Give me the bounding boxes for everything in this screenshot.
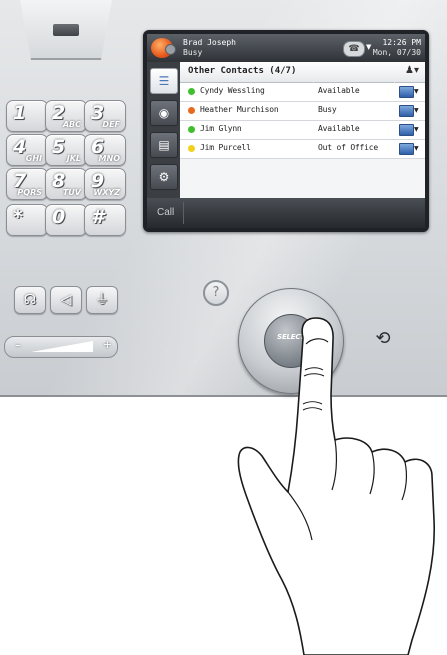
keypad-key[interactable]: #	[84, 204, 126, 236]
mute-icon: ⏚	[95, 292, 109, 308]
volume-rocker[interactable]: – +	[4, 336, 118, 358]
contact-card-icon[interactable]	[399, 124, 414, 136]
status-bar: Brad Joseph Busy ☎ ▼ 12:26 PM Mon, 07/30	[147, 34, 425, 62]
key-letters: PQRS	[17, 188, 42, 197]
key-letters: DEF	[102, 120, 120, 129]
key-letters: WXYZ	[93, 188, 120, 197]
hook-switch[interactable]	[53, 24, 79, 36]
key-letters: MNO	[98, 154, 120, 163]
contact-name: Heather Murchison	[200, 105, 279, 114]
keypad-key[interactable]: 3 DEF	[84, 100, 126, 132]
contact-availability: Busy	[318, 105, 337, 114]
key-digit: 5	[52, 136, 66, 158]
contact-card-icon[interactable]	[399, 86, 414, 98]
headset-icon: ☊	[23, 292, 37, 308]
contact-row[interactable]: Jim Glynn Available ▼	[180, 121, 425, 140]
select-button[interactable]: SELECT	[264, 314, 318, 368]
back-icon[interactable]: ⟲	[370, 326, 396, 352]
keypad-key[interactable]: 2 ABC	[45, 100, 87, 132]
contact-row[interactable]: Heather Murchison Busy ▼	[180, 102, 425, 121]
chevron-down-icon: ▼	[414, 107, 419, 114]
chevron-down-icon: ▼	[414, 88, 419, 95]
people-menu-icon[interactable]: ♟▾	[405, 65, 419, 76]
softkey-divider	[183, 202, 184, 224]
help-button[interactable]: ?	[203, 280, 229, 306]
key-letters: JKL	[66, 154, 81, 163]
gear-icon: ⚙	[158, 170, 170, 184]
nav-voicemail[interactable]: ◉	[150, 100, 178, 126]
contact-list: Other Contacts (4/7) ♟▾ Cyndy Wessling Av…	[180, 62, 425, 198]
clock-time: 12:26 PM	[382, 38, 421, 47]
keypad-key[interactable]: 0	[45, 204, 87, 236]
call-softkey[interactable]: Call	[157, 207, 174, 218]
contact-name: Jim Purcell	[200, 143, 251, 152]
clock-date: Mon, 07/30	[372, 48, 421, 57]
speaker-button[interactable]: ◁	[50, 286, 82, 314]
voicemail-icon: ◉	[158, 106, 170, 120]
presence-button[interactable]	[151, 38, 176, 58]
keypad-key[interactable]: 9 WXYZ	[84, 168, 126, 200]
left-nav: ☰ ◉ ▤ ⚙	[147, 62, 180, 198]
contact-availability: Out of Office	[318, 143, 379, 152]
keypad-key[interactable]: 7 PQRS	[6, 168, 48, 200]
keypad-key[interactable]: 1	[6, 100, 48, 132]
user-status: Busy	[183, 48, 203, 57]
contact-row[interactable]: Cyndy Wessling Available ▼	[180, 83, 425, 102]
select-label: SELECT	[277, 333, 305, 341]
key-letters: GHI	[25, 154, 42, 163]
contact-availability: Available	[318, 86, 360, 95]
headset-button[interactable]: ☊	[14, 286, 46, 314]
phone-screen: Brad Joseph Busy ☎ ▼ 12:26 PM Mon, 07/30…	[147, 34, 425, 228]
nav-contacts[interactable]: ☰	[150, 68, 178, 94]
key-digit: *	[13, 206, 23, 228]
keypad-key[interactable]: 5 JKL	[45, 134, 87, 166]
volume-ramp	[31, 341, 93, 352]
nav-call-log[interactable]: ▤	[150, 132, 178, 158]
contact-availability: Available	[318, 124, 360, 133]
contact-name: Cyndy Wessling	[200, 86, 265, 95]
contact-row[interactable]: Jim Purcell Out of Office ▼	[180, 140, 425, 159]
softkey-bar: Call	[147, 198, 425, 228]
key-digit: 1	[13, 102, 27, 124]
key-digit: 4	[13, 136, 27, 158]
contacts-card-icon: ☰	[158, 74, 170, 88]
chevron-down-icon: ▼	[414, 126, 419, 133]
keypad-key[interactable]: 8 TUV	[45, 168, 87, 200]
phone-state-icon[interactable]: ☎	[343, 41, 365, 57]
keypad-key[interactable]: 4 GHI	[6, 134, 48, 166]
contact-name: Jim Glynn	[200, 124, 242, 133]
group-header[interactable]: Other Contacts (4/7) ♟▾	[180, 62, 425, 83]
presence-dot-icon	[188, 145, 195, 152]
contact-card-icon[interactable]	[399, 105, 414, 117]
key-letters: ABC	[62, 120, 81, 129]
chevron-down-icon: ▼	[366, 43, 372, 51]
presence-dot-icon	[188, 88, 195, 95]
volume-down[interactable]: –	[15, 338, 21, 352]
speaker-icon: ◁	[60, 292, 72, 308]
keypad-key[interactable]: *	[6, 204, 48, 236]
presence-dot-icon	[188, 107, 195, 114]
key-digit: #	[91, 206, 105, 228]
presence-dot-icon	[188, 126, 195, 133]
nav-settings[interactable]: ⚙	[150, 164, 178, 190]
volume-up[interactable]: +	[103, 338, 112, 351]
call-log-icon: ▤	[158, 138, 170, 152]
chevron-down-icon: ▼	[414, 145, 419, 152]
group-title: Other Contacts (4/7)	[188, 66, 297, 76]
user-name: Brad Joseph	[183, 38, 236, 47]
key-letters: TUV	[62, 188, 81, 197]
contact-card-icon[interactable]	[399, 143, 414, 155]
keypad-key[interactable]: 6 MNO	[84, 134, 126, 166]
mute-button[interactable]: ⏚	[86, 286, 118, 314]
key-digit: 0	[52, 206, 66, 228]
